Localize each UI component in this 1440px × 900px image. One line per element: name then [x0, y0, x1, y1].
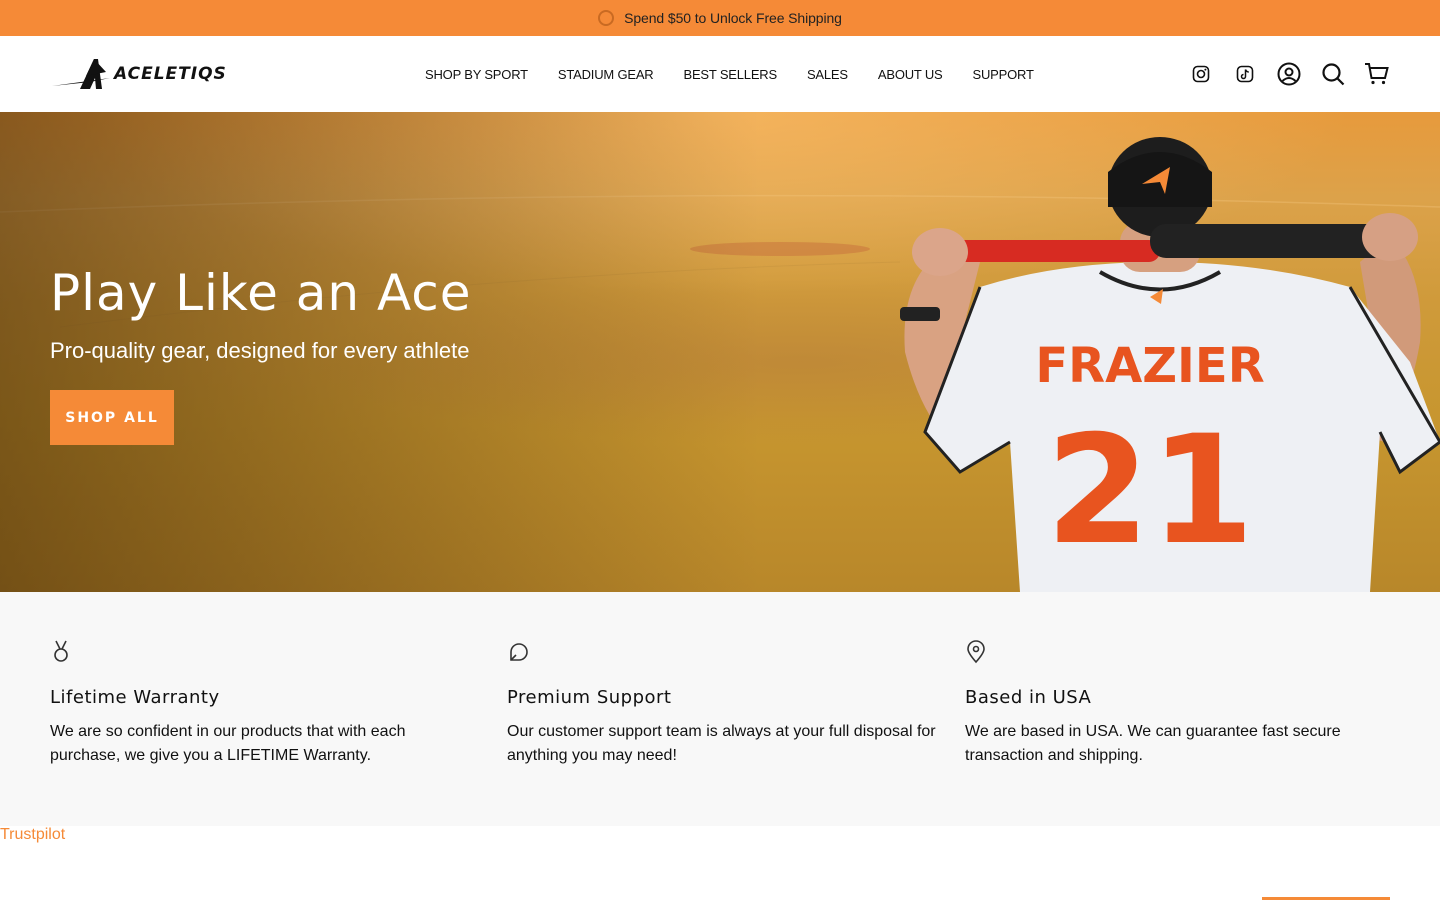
nav-support[interactable]: SUPPORT [973, 67, 1034, 82]
features-section: Lifetime Warranty We are so confident in… [0, 592, 1440, 826]
jersey-name: FRAZIER [1035, 338, 1264, 394]
hero-banner: Play Like an Ace Pro-quality gear, desig… [0, 112, 1440, 592]
feature-title: Premium Support [507, 687, 672, 708]
site-logo[interactable]: ACELETIQS [50, 56, 242, 92]
announcement-text: Spend $50 to Unlock Free Shipping [624, 10, 842, 26]
header-icons [1188, 36, 1390, 112]
medal-icon [54, 640, 68, 662]
logo-text: ACELETIQS [114, 64, 227, 84]
feature-text: We are based in USA. We can guarantee fa… [965, 723, 1341, 764]
nav-stadium-gear[interactable]: STADIUM GEAR [558, 67, 654, 82]
instagram-icon[interactable] [1188, 61, 1214, 87]
nav-shop-by-sport[interactable]: SHOP BY SPORT [425, 67, 528, 82]
account-icon[interactable] [1276, 61, 1302, 87]
feature-text: We are so confident in our products that… [50, 723, 406, 764]
trustpilot-link[interactable]: Trustpilot [0, 826, 65, 844]
announcement-bar: Spend $50 to Unlock Free Shipping [0, 0, 1440, 36]
tiktok-icon[interactable] [1232, 61, 1258, 87]
location-pin-icon [967, 640, 985, 664]
feature-premium-support: Premium Support Our customer support tea… [507, 640, 937, 768]
cart-icon[interactable] [1364, 61, 1390, 87]
feature-title: Based in USA [965, 687, 1092, 708]
baseball-player-image: FRAZIER 21 [900, 137, 1440, 592]
circle-icon [598, 10, 615, 26]
main-nav: SHOP BY SPORT STADIUM GEAR BEST SELLERS … [425, 36, 1034, 112]
jersey-number: 21 [1046, 404, 1255, 578]
nav-sales[interactable]: SALES [807, 67, 848, 82]
feature-text: Our customer support team is always at y… [507, 723, 936, 764]
chat-icon [510, 643, 528, 661]
hero-title: Play Like an Ace [50, 264, 472, 322]
search-icon[interactable] [1320, 61, 1346, 87]
feature-lifetime-warranty: Lifetime Warranty We are so confident in… [50, 640, 480, 768]
logo-mark-icon [52, 59, 110, 89]
nav-about-us[interactable]: ABOUT US [878, 67, 943, 82]
site-header: ACELETIQS SHOP BY SPORT STADIUM GEAR BES… [0, 36, 1440, 112]
nav-best-sellers[interactable]: BEST SELLERS [683, 67, 777, 82]
hero-subtitle: Pro-quality gear, designed for every ath… [50, 338, 470, 363]
feature-title: Lifetime Warranty [50, 687, 220, 708]
shop-all-button[interactable]: SHOP ALL [50, 390, 174, 445]
feature-based-in-usa: Based in USA We are based in USA. We can… [965, 640, 1395, 768]
